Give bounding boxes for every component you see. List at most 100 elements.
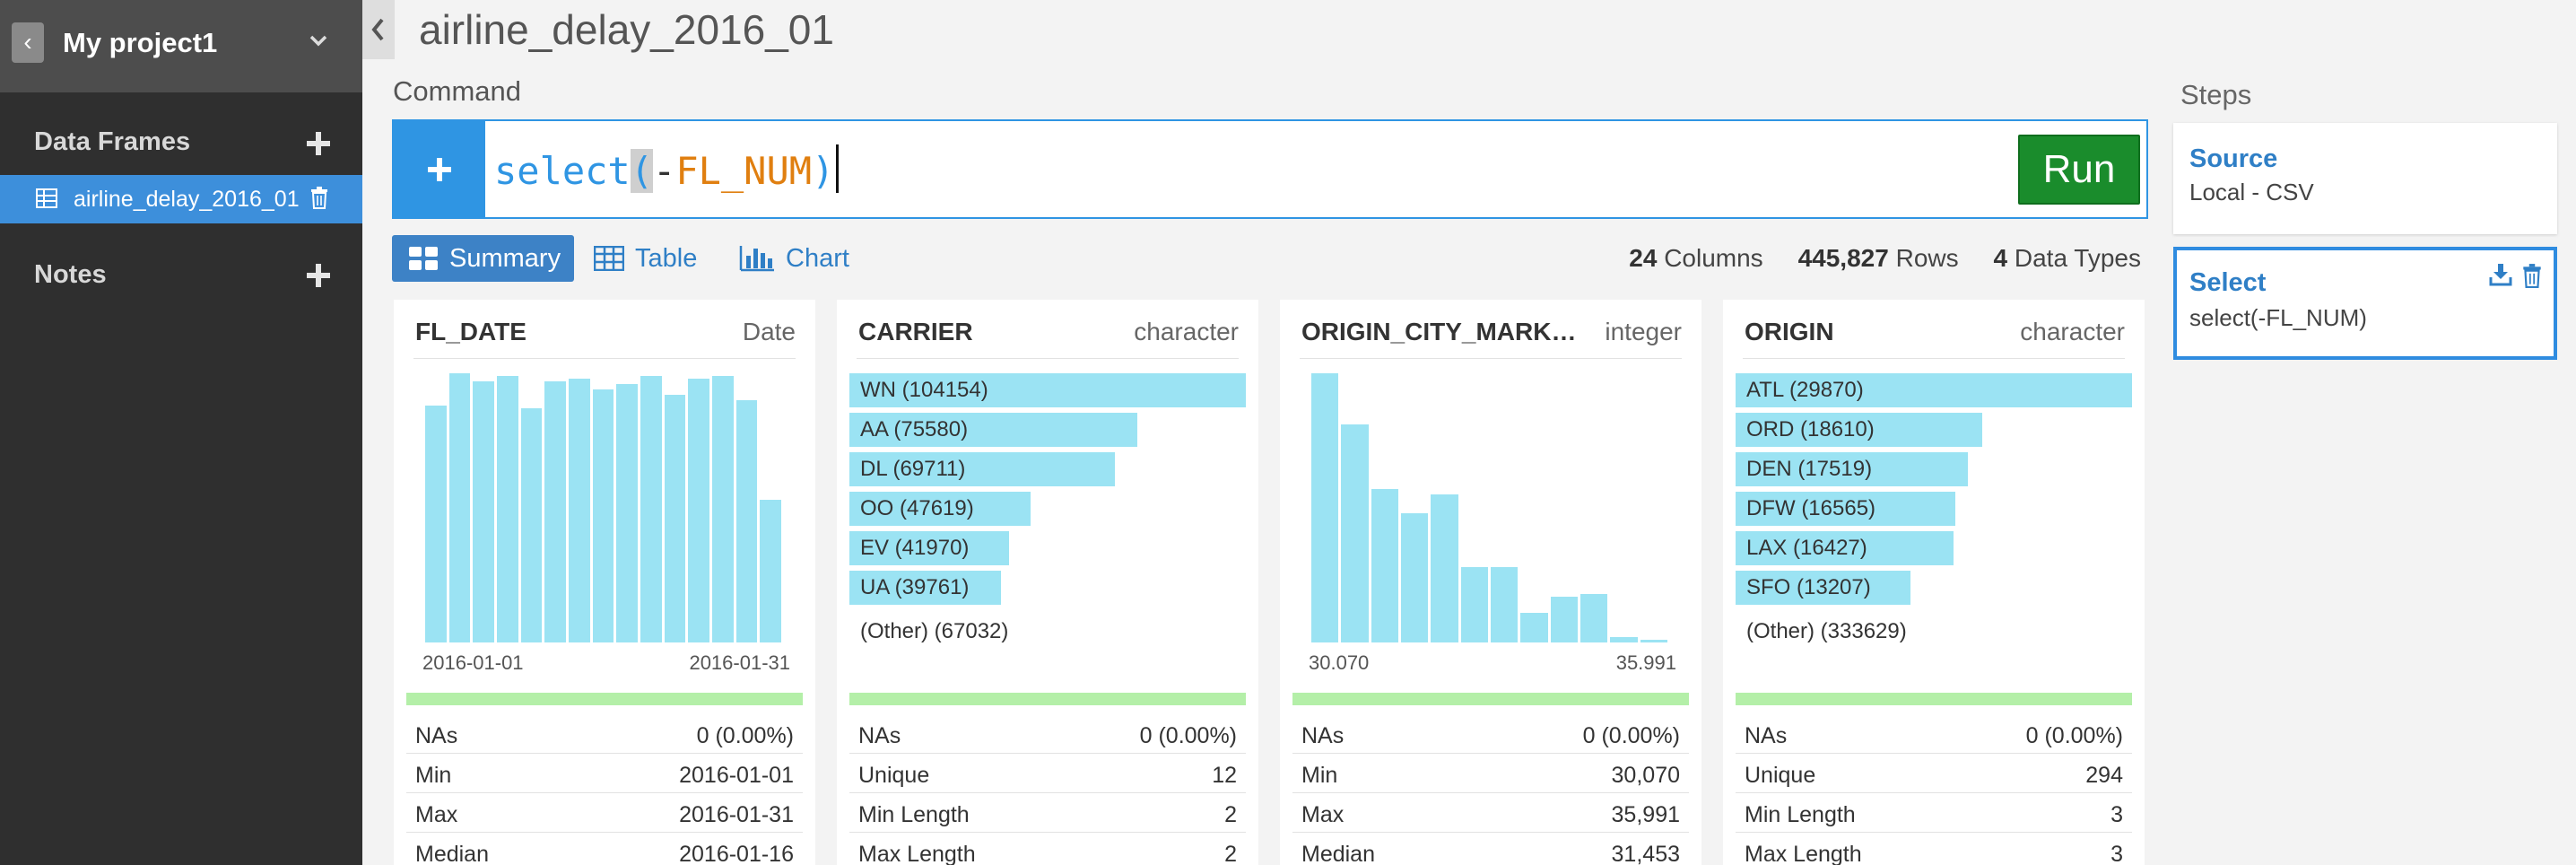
command-fn: select [494,149,631,193]
top-value-bar[interactable]: EV (41970) [849,531,1010,565]
stat-value: 2016-01-31 [679,802,794,827]
stat-row: Max 2016-01-31 [406,793,803,833]
step-source[interactable]: Source Local - CSV [2173,123,2557,234]
sidebar: ‹ My project1 Data Frames airline_delay_… [0,0,362,865]
text-cursor [836,144,840,193]
histogram-bar[interactable] [1401,513,1429,642]
top-value-label: ORD (18610) [1746,417,1875,441]
histogram-bar[interactable] [1371,489,1398,642]
step-desc: select(-FL_NUM) [2189,304,2367,331]
chevron-down-icon[interactable] [305,27,332,54]
top-value-bar[interactable]: DL (69711) [849,452,1115,486]
top-value-bar[interactable]: LAX (16427) [1736,531,1954,565]
top-value-label: SFO (13207) [1746,575,1871,599]
command-bar: select(-FL_NUM) Run [392,119,2148,219]
add-command-button[interactable] [394,121,485,217]
add-data-frame-icon[interactable] [305,130,332,157]
histogram-chart: 2016-01-01 2016-01-31 [406,373,803,674]
histogram-bar[interactable] [1341,424,1369,642]
histogram-bar[interactable] [448,373,471,642]
histogram-bar[interactable] [688,379,709,642]
columns-count: 24 [1629,244,1658,272]
project-header[interactable]: ‹ My project1 [0,0,362,92]
histogram-bar[interactable] [712,376,734,642]
collapse-sidebar-button[interactable] [362,0,395,59]
command-op: - [653,149,676,193]
step-name: Source [2189,144,2278,173]
column-header[interactable]: ORIGIN_CITY_MARK… integer [1300,318,1682,359]
tab-chart[interactable]: Chart [739,235,849,282]
stat-label: Unique [858,763,930,788]
histogram-bar[interactable] [592,389,614,642]
top-value-bar[interactable]: AA (75580) [849,413,1137,447]
app-window: ‹ My project1 Data Frames airline_delay_… [0,0,2576,865]
column-header[interactable]: CARRIER character [857,318,1239,359]
histogram-bar[interactable] [1460,567,1488,642]
histogram-bar[interactable] [1520,613,1548,642]
top-value-bar[interactable]: ATL (29870) [1736,373,2132,407]
stat-value: 35,991 [1611,802,1680,827]
tab-summary[interactable]: Summary [392,235,574,282]
stat-row: NAs 0 (0.00%) [1736,714,2132,754]
column-header[interactable]: FL_DATE Date [413,318,796,359]
step-actions [2489,263,2543,288]
sidebar-item-data-frame[interactable]: airline_delay_2016_01 [0,175,362,223]
histogram-bar[interactable] [544,381,566,642]
histogram-bar[interactable] [497,376,518,642]
top-value-label: ATL (29870) [1746,378,1864,402]
histogram-bar[interactable] [1431,494,1458,642]
stat-row: Max 35,991 [1292,793,1689,833]
top-value-bar[interactable]: OO (47619) [849,492,1031,526]
command-input[interactable]: select(-FL_NUM) [494,144,840,193]
top-value-bar[interactable]: SFO (13207) [1736,571,1911,605]
histogram-bar[interactable] [569,379,590,642]
trash-icon[interactable] [309,186,329,209]
histogram-bar[interactable] [1610,637,1638,642]
run-button[interactable]: Run [2018,135,2140,205]
histogram-bar[interactable] [1580,594,1608,642]
histogram-bar[interactable] [1640,640,1667,642]
top-value-bar[interactable]: DFW (16565) [1736,492,1956,526]
back-icon[interactable]: ‹ [12,22,44,63]
histogram-bar[interactable] [616,384,638,642]
download-icon[interactable] [2489,263,2512,286]
stat-label: Min [415,763,452,788]
add-note-icon[interactable] [305,262,332,289]
axis-min-label: 2016-01-01 [422,651,524,674]
column-name: CARRIER [858,318,973,345]
stat-value: 30,070 [1611,763,1680,788]
column-name: ORIGIN [1745,318,1834,345]
histogram-bar[interactable] [664,395,686,642]
stat-row: Unique 294 [1736,754,2132,793]
trash-icon[interactable] [2521,263,2543,288]
histogram-bar[interactable] [520,408,543,642]
column-name: ORIGIN_CITY_MARK… [1301,318,1577,345]
stat-value: 3 [2110,802,2123,827]
top-value-bar[interactable]: WN (104154) [849,373,1246,407]
top-value-bar[interactable]: ORD (18610) [1736,413,1983,447]
column-card: FL_DATE Date 2016-01-01 2016-01-31 NAs 0 (0.0… [394,300,815,865]
histogram-bar[interactable] [473,381,494,642]
stat-row: Median 2016-01-16 [406,833,803,865]
other-values-label: (Other) (333629) [1746,619,1907,643]
top-value-bar[interactable]: UA (39761) [849,571,1001,605]
column-header[interactable]: ORIGIN character [1743,318,2125,359]
stat-value: 0 (0.00%) [2025,723,2123,748]
histogram-bar[interactable] [760,500,781,642]
step-select[interactable]: Select select(-FL_NUM) [2173,247,2557,360]
column-type: Date [742,318,796,345]
histogram-bar[interactable] [735,400,758,642]
top-value-bar[interactable]: DEN (17519) [1736,452,1969,486]
dataset-stats: 24 Columns 445,827 Rows 4 Data Types [1629,244,2141,273]
histogram-bar[interactable] [1491,567,1519,642]
top-value-label: WN (104154) [860,378,988,402]
histogram-bar[interactable] [1550,597,1578,642]
tab-table[interactable]: Table [594,235,697,282]
stat-value: 294 [2085,763,2123,788]
rows-label: Rows [1895,244,1959,272]
na-ratio-bar [849,693,1246,705]
histogram-bar[interactable] [425,406,447,642]
top-values-chart: WN (104154) AA (75580) DL (69711) OO (47619… [849,373,1246,643]
histogram-bar[interactable] [640,376,662,642]
histogram-bar[interactable] [1311,373,1339,642]
